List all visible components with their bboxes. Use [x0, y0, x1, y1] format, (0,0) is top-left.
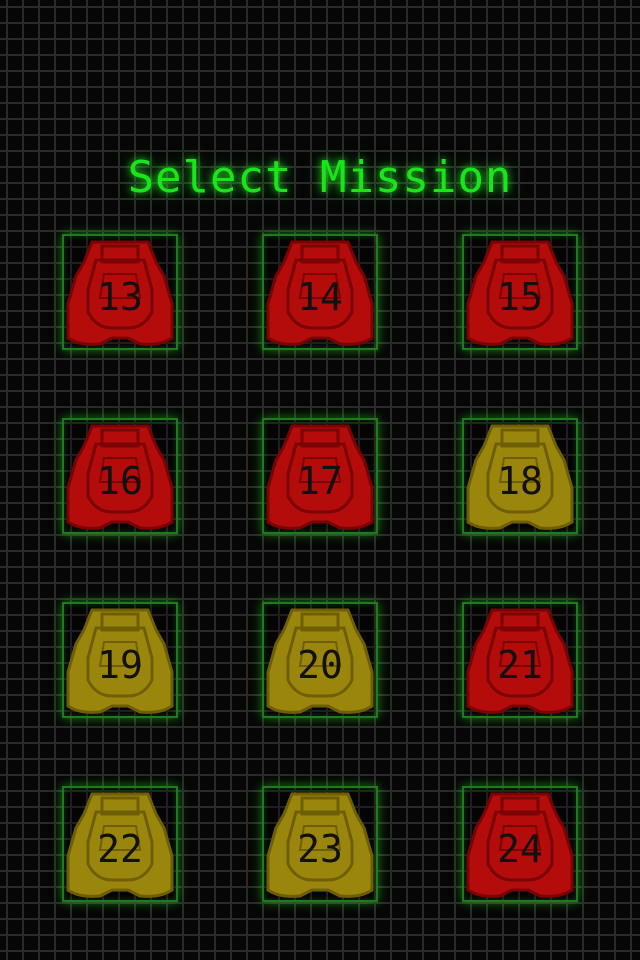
- mission-tile-18[interactable]: 18: [462, 418, 578, 534]
- mission-tile-24[interactable]: 24: [462, 786, 578, 902]
- mission-tile-20[interactable]: 20: [262, 602, 378, 718]
- page-title: Select Mission: [127, 152, 513, 203]
- mission-number: 18: [497, 459, 543, 503]
- mission-number: 15: [497, 275, 543, 319]
- mission-number: 22: [97, 827, 143, 871]
- mission-tile-15[interactable]: 15: [462, 234, 578, 350]
- mission-tile-16[interactable]: 16: [62, 418, 178, 534]
- mission-number: 17: [297, 459, 343, 503]
- mission-tile-13[interactable]: 13: [62, 234, 178, 350]
- mission-number: 24: [497, 827, 543, 871]
- mission-grid: 13 14 15 16 17 18 19 20 21 22 23 24: [62, 234, 578, 902]
- mission-number: 16: [97, 459, 143, 503]
- mission-tile-22[interactable]: 22: [62, 786, 178, 902]
- mission-number: 20: [297, 643, 343, 687]
- mission-number: 14: [297, 275, 343, 319]
- mission-select-screen: Select Mission 13 14 15 16 17 18 19 20 21 22 23 24: [0, 0, 640, 960]
- mission-tile-17[interactable]: 17: [262, 418, 378, 534]
- mission-tile-19[interactable]: 19: [62, 602, 178, 718]
- mission-number: 23: [297, 827, 343, 871]
- mission-number: 21: [497, 643, 543, 687]
- mission-tile-23[interactable]: 23: [262, 786, 378, 902]
- mission-number: 19: [97, 643, 143, 687]
- mission-tile-14[interactable]: 14: [262, 234, 378, 350]
- mission-number: 13: [97, 275, 143, 319]
- mission-tile-21[interactable]: 21: [462, 602, 578, 718]
